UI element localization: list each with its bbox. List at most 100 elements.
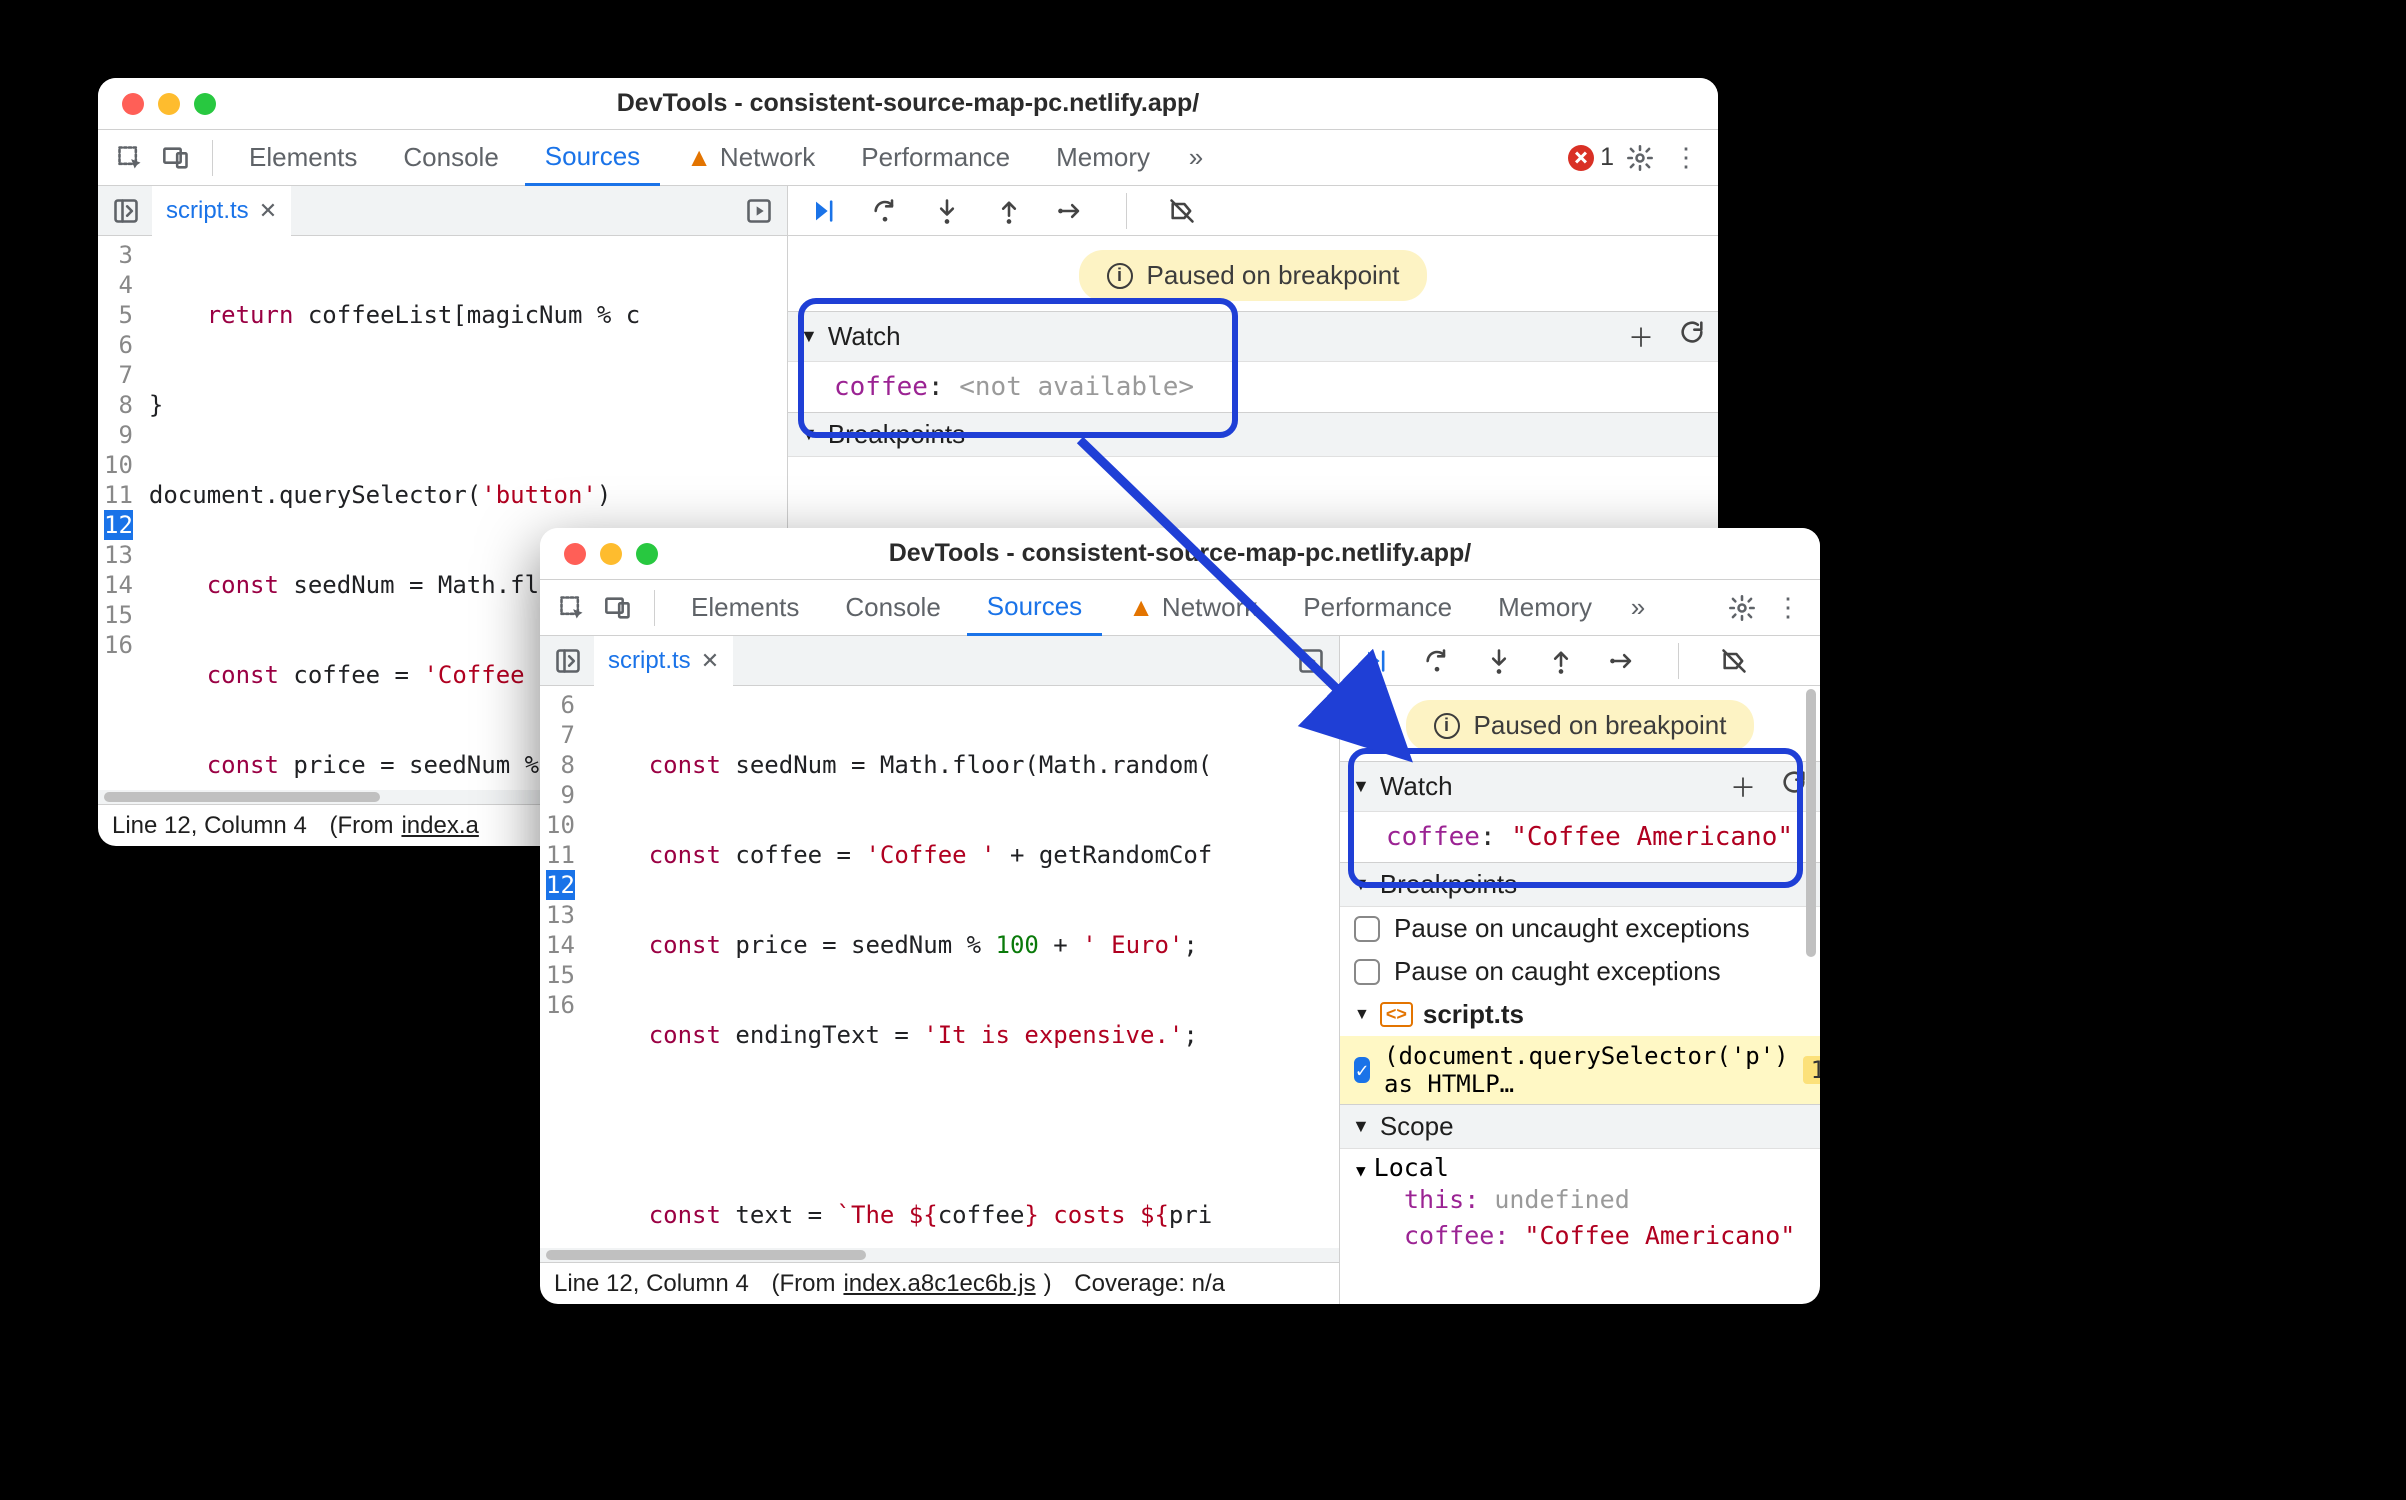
navigator-toggle-icon[interactable] [548,641,588,681]
breakpoint-entry[interactable]: (document.querySelector('p') as HTMLP… 1… [1340,1036,1820,1104]
watch-section: ▼ Watch ＋ coffee: "Coffee Americano" [1340,761,1820,862]
step-into-icon[interactable] [1482,644,1516,678]
line-gutter: 3 4 5 6 7 8 9 10 11 12 13 14 15 16 [98,236,143,790]
more-tabs-icon[interactable]: » [1176,138,1216,178]
watch-header[interactable]: ▼ Watch ＋ [788,312,1718,362]
tab-elements[interactable]: Elements [671,580,819,636]
file-tabbar: script.ts ✕ [98,186,787,236]
caret-down-icon: ▼ [800,326,818,347]
breakpoints-header[interactable]: ▼ Breakpoints [1340,863,1820,907]
code-editor[interactable]: 6 7 8 9 10 11 12 13 14 15 16 const seedN… [540,686,1339,1248]
close-icon[interactable] [564,543,586,565]
close-icon[interactable]: ✕ [701,648,719,674]
coverage-info: Coverage: n/a [1074,1270,1225,1298]
step-icon[interactable] [1054,194,1088,228]
tab-sources[interactable]: Sources [525,130,660,186]
info-icon: i [1107,263,1133,289]
caret-down-icon: ▼ [1352,1116,1370,1137]
step-out-icon[interactable] [1544,644,1578,678]
file-tab-script-ts[interactable]: script.ts ✕ [152,186,291,236]
body-split: script.ts ✕ 6 7 8 9 10 11 12 13 14 [540,636,1820,1304]
scope-local[interactable]: ▼Local [1356,1153,1804,1182]
inspect-element-icon[interactable] [110,138,150,178]
tab-network[interactable]: ▲ Network [1108,580,1277,636]
tab-console[interactable]: Console [825,580,960,636]
minimize-icon[interactable] [158,93,180,115]
deactivate-breakpoints-icon[interactable] [1165,194,1199,228]
fullscreen-icon[interactable] [194,93,216,115]
paused-banner: i Paused on breakpoint [1406,700,1755,751]
device-toolbar-icon[interactable] [598,588,638,628]
tab-performance[interactable]: Performance [1283,580,1472,636]
ts-badge-icon: <> [1380,1002,1413,1027]
step-out-icon[interactable] [992,194,1026,228]
divider [212,140,213,176]
line-gutter: 6 7 8 9 10 11 12 13 14 15 16 [540,686,585,1248]
step-over-icon[interactable] [868,194,902,228]
breakpoints-header[interactable]: ▼ Breakpoints [788,413,1718,457]
tab-memory[interactable]: Memory [1036,130,1170,186]
mapped-file-link[interactable]: index.a [401,812,478,840]
tab-sources[interactable]: Sources [967,580,1102,636]
vertical-scrollbar[interactable] [1804,636,1818,1304]
step-over-icon[interactable] [1420,644,1454,678]
warning-icon: ▲ [686,142,712,173]
code-body[interactable]: const seedNum = Math.floor(Math.random( … [585,686,1339,1248]
divider [654,590,655,626]
mapped-file-link[interactable]: index.a8c1ec6b.js [843,1270,1035,1298]
snippets-run-icon[interactable] [1291,641,1331,681]
device-toolbar-icon[interactable] [156,138,196,178]
main-toolbar: Elements Console Sources ▲ Network Perfo… [540,580,1820,636]
close-icon[interactable]: ✕ [259,198,277,224]
deactivate-breakpoints-icon[interactable] [1717,644,1751,678]
fullscreen-icon[interactable] [636,543,658,565]
step-icon[interactable] [1606,644,1640,678]
settings-icon[interactable] [1620,138,1660,178]
resume-icon[interactable] [1358,644,1392,678]
tab-memory[interactable]: Memory [1478,580,1612,636]
titlebar: DevTools - consistent-source-map-pc.netl… [540,528,1820,580]
refresh-watch-icon[interactable] [1678,318,1706,355]
resume-icon[interactable] [806,194,840,228]
settings-icon[interactable] [1722,588,1762,628]
cursor-position: Line 12, Column 4 [554,1270,749,1298]
kebab-menu-icon[interactable]: ⋮ [1666,138,1706,178]
scope-header[interactable]: ▼ Scope [1340,1105,1820,1149]
add-watch-icon[interactable]: ＋ [1628,318,1654,355]
kebab-menu-icon[interactable]: ⋮ [1768,588,1808,628]
checkbox-icon[interactable] [1354,959,1380,985]
pause-caught-row[interactable]: Pause on caught exceptions [1340,950,1820,993]
tab-elements[interactable]: Elements [229,130,377,186]
close-icon[interactable] [122,93,144,115]
warning-icon: ▲ [1128,592,1154,623]
more-tabs-icon[interactable]: » [1618,588,1658,628]
add-watch-icon[interactable]: ＋ [1730,768,1756,805]
navigator-toggle-icon[interactable] [106,191,146,231]
breakpoint-file-row[interactable]: ▼ <> script.ts [1340,993,1820,1036]
inspect-element-icon[interactable] [552,588,592,628]
step-into-icon[interactable] [930,194,964,228]
pause-uncaught-row[interactable]: Pause on uncaught exceptions [1340,907,1820,950]
minimize-icon[interactable] [600,543,622,565]
watch-var-name: coffee [834,372,928,402]
divider [1126,193,1127,229]
debugger-toolbar [788,186,1718,236]
tab-console[interactable]: Console [383,130,518,186]
info-icon: i [1434,713,1460,739]
scope-body: ▼Local this: undefined coffee: "Coffee A… [1340,1149,1820,1266]
caret-down-icon: ▼ [1352,874,1370,895]
watch-var-value: <not available> [959,372,1194,402]
checkbox-icon[interactable] [1354,916,1380,942]
checkbox-checked-icon[interactable] [1354,1057,1370,1083]
error-icon [1568,145,1594,171]
horizontal-scrollbar[interactable] [540,1248,1339,1262]
watch-header[interactable]: ▼ Watch ＋ [1340,762,1820,812]
divider [1678,643,1679,679]
error-count[interactable]: 1 [1568,143,1614,172]
traffic-lights [564,543,658,565]
file-tab-script-ts[interactable]: script.ts ✕ [594,636,733,686]
tab-network[interactable]: ▲ Network [666,130,835,186]
tab-performance[interactable]: Performance [841,130,1030,186]
snippets-run-icon[interactable] [739,191,779,231]
main-toolbar: Elements Console Sources ▲ Network Perfo… [98,130,1718,186]
